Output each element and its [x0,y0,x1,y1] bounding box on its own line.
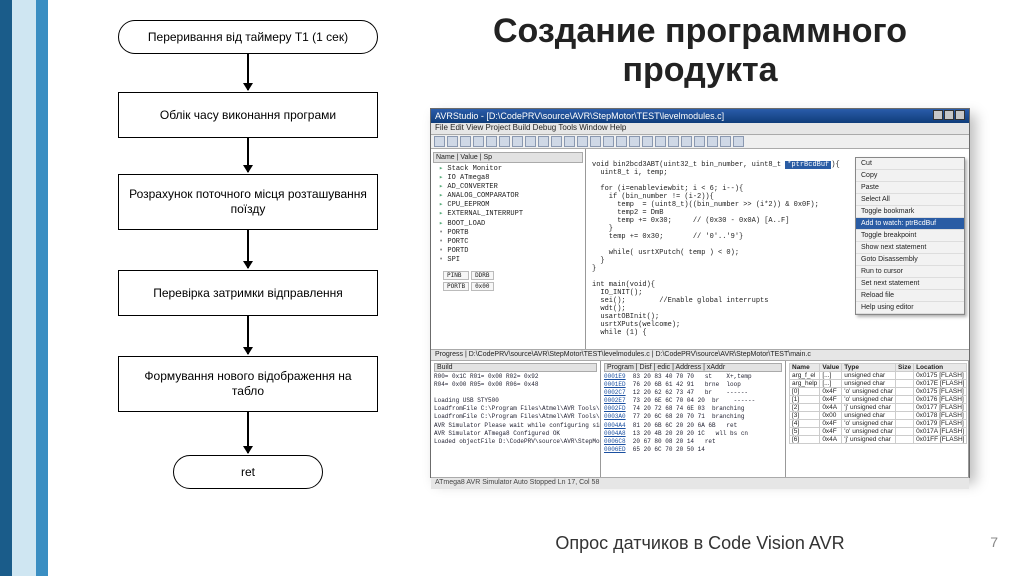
disasm-panel: Program | Disf | edic | Address | xAddr … [601,361,786,477]
flow-arrow [247,412,249,453]
flow-step-position: Розрахунок поточного місця розташування … [118,174,378,230]
io-tree-panel: Name | Value | Sp Stack MonitorIO ATmega… [431,149,586,349]
tree-header: Name | Value | Sp [433,152,583,163]
port-grid: PINBDDRB PORTB0x00 [441,269,496,293]
watch-table: NameValueTypeSizeLocation arg_f_el[...]u… [789,363,967,444]
flow-step-display: Формування нового відображення на табло [118,356,378,412]
flow-arrow [247,54,249,90]
statusbar: ATmega8 AVR Simulator Auto Stopped Ln 17… [431,477,969,489]
flow-arrow [247,316,249,354]
code-editor: void bin2bcd3ABT(uint32_t bin_number, ui… [586,149,969,349]
flow-arrow [247,230,249,268]
menubar: File Edit View Project Build Debug Tools… [431,123,969,135]
window-titlebar: AVRStudio - [D:\CodePRV\source\AVR\StepM… [431,109,969,123]
flow-arrow [247,138,249,172]
slide-caption: Опрос датчиков в Code Vision AVR [420,533,980,554]
slide-title: Создание программного продукта [420,12,980,90]
flow-step-delay: Перевірка затримки відправлення [118,270,378,316]
flow-start: Переривання від таймеру Т1 (1 сек) [118,20,378,54]
build-output: R00= 0x1C R01= 0x00 R02= 0x92 R04= 0x00 … [434,373,597,446]
page-number: 7 [990,534,998,550]
window-buttons [932,110,965,122]
side-stripe-inner [12,0,36,576]
side-stripe [0,0,48,576]
flowchart: Переривання від таймеру Т1 (1 сек) Облік… [48,0,388,576]
ide-screenshot: AVRStudio - [D:\CodePRV\source\AVR\StepM… [430,108,970,478]
build-panel: Build R00= 0x1C R01= 0x00 R02= 0x92 R04=… [431,361,601,477]
flow-step-time: Облік часу виконання програми [118,92,378,138]
flow-return: ret [173,455,323,489]
build-header: Build [434,363,597,372]
disasm-output: 0001E9 83 20 83 40 70 70 st X+,temp 0001… [604,373,782,454]
tree-list: Stack MonitorIO ATmega8AD_CONVERTERANALO… [433,165,583,265]
context-menu: CutCopyPasteSelect AllToggle bookmarkAdd… [855,157,965,315]
disasm-header: Program | Disf | edic | Address | xAddr [604,363,782,372]
window-title: AVRStudio - [D:\CodePRV\source\AVR\StepM… [435,111,724,121]
toolbar [431,135,969,149]
tab-strip: Progress | D:\CodePRV\source\AVR\StepMot… [431,349,969,361]
watch-panel: NameValueTypeSizeLocation arg_f_el[...]u… [786,361,969,477]
